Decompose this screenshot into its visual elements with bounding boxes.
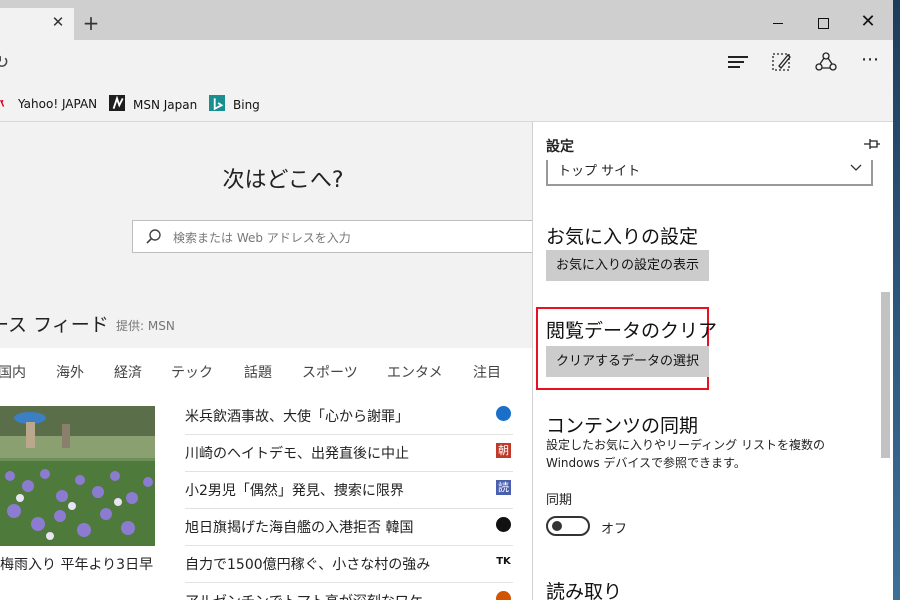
active-tab[interactable]: ✕ [0, 8, 74, 40]
favorite-label: Yahoo! JAPAN [18, 97, 98, 111]
category-tab[interactable]: 国内 [0, 362, 26, 382]
new-tab-button[interactable]: + [80, 12, 102, 34]
category-tab[interactable]: 海外 [56, 362, 84, 382]
chevron-down-icon [850, 164, 862, 171]
news-item[interactable]: 自力で1500億円稼ぐ、小さな村の強み TK [185, 546, 513, 583]
category-tab[interactable]: スポーツ [302, 362, 358, 382]
pin-icon[interactable] [863, 136, 881, 152]
sync-toggle[interactable] [546, 516, 590, 536]
favorite-yahoo[interactable]: Yahoo! JAPAN [0, 95, 97, 113]
scrollbar-thumb[interactable] [881, 292, 890, 458]
sync-heading: コンテンツの同期 [546, 415, 699, 437]
news-feed-source: 提供: MSN [116, 319, 175, 333]
source-icon [496, 591, 511, 600]
iris-garden-image [0, 406, 155, 546]
new-tab-page: 次はどこへ? 検索または Web アドレスを入力 ース フィード 提供: MSN… [0, 122, 532, 600]
hub-button[interactable] [725, 50, 751, 74]
close-icon: ✕ [860, 11, 876, 32]
sync-toggle-state: オフ [601, 522, 628, 537]
favorite-bing[interactable]: Bing [209, 95, 260, 113]
search-placeholder: 検索または Web アドレスを入力 [173, 231, 351, 245]
navigation-bar: ↻ ⋯ [0, 40, 893, 85]
news-item[interactable]: 川崎のヘイトデモ、出発直後に中止 朝 [185, 435, 513, 472]
news-list: 梅雨入り 平年より3日早 米兵飲酒事故、大使「心から謝罪」 川崎のヘイトデモ、出… [0, 394, 532, 600]
sync-label: 同期 [546, 493, 573, 508]
search-icon [146, 229, 161, 244]
category-tab[interactable]: 注目 [473, 362, 501, 382]
news-title: 川崎のヘイトデモ、出発直後に中止 [185, 446, 409, 462]
source-icon: 読 [496, 480, 511, 495]
settings-title: 設定 [546, 139, 574, 155]
view-favorites-settings-button[interactable]: お気に入りの設定の表示 [546, 250, 710, 281]
clear-browsing-data-heading: 閲覧データのクリア [546, 320, 718, 342]
news-title: 小2男児「偶然」発見、捜索に限界 [185, 483, 404, 499]
news-title: 旭日旗揭げた海自艦の入港拒否 韓国 [185, 520, 414, 536]
news-category-tabs: 国内 海外 経済 テック 話題 スポーツ エンタメ 注目 [0, 348, 532, 394]
close-window-button[interactable]: ✕ [845, 8, 891, 38]
web-note-icon [772, 53, 791, 71]
refresh-icon[interactable]: ↻ [0, 52, 9, 73]
dropdown-value: トップ サイト [558, 164, 641, 179]
source-icon [496, 406, 511, 421]
news-item[interactable]: 旭日旗揭げた海自艦の入港拒否 韓国 [185, 509, 513, 546]
news-feed-title: ース フィード [0, 314, 109, 336]
favorite-msn[interactable]: MSN Japan [109, 95, 197, 113]
msn-icon [109, 95, 125, 111]
favorite-label: MSN Japan [133, 98, 198, 112]
share-icon [815, 52, 837, 71]
choose-what-to-clear-button[interactable]: クリアするデータの選択 [546, 346, 710, 377]
desktop-background [893, 0, 900, 600]
category-tab[interactable]: エンタメ [387, 362, 443, 382]
settings-panel: 設定 トップ サイト お気に入りの設定 お気に入りの設定の表示 閲覧データのクリ… [532, 122, 893, 600]
reading-heading: 読み取り [546, 581, 623, 600]
web-note-button[interactable] [769, 50, 795, 74]
search-box[interactable]: 検索または Web アドレスを入力 [132, 220, 532, 253]
tab-close-icon[interactable]: ✕ [50, 14, 66, 30]
startup-page-dropdown[interactable]: トップ サイト [546, 160, 873, 186]
page-heading: 次はどこへ? [222, 168, 344, 193]
news-item[interactable]: 米兵飲酒事故、大使「心から謝罪」 [185, 398, 513, 435]
news-title: 自力で1500億円稼ぐ、小さな村の強み [185, 557, 431, 573]
category-tab[interactable]: 経済 [114, 362, 142, 382]
favorite-label: Bing [233, 98, 260, 112]
news-title: 米兵飲酒事故、大使「心から謝罪」 [185, 409, 409, 425]
source-icon: 朝 [496, 443, 511, 458]
sync-description: 設定したお気に入りやリーディング リストを複数の Windows デバイスで参照… [546, 438, 825, 470]
maximize-button[interactable] [800, 8, 846, 38]
news-item[interactable]: アルゼンチンでトマト高が深刻なワケ [185, 583, 513, 600]
share-button[interactable] [813, 50, 839, 74]
news-photo[interactable] [0, 406, 155, 546]
news-title: アルゼンチンでトマト高が深刻なワケ [185, 591, 423, 600]
source-icon: TK [496, 554, 511, 569]
favorites-bar: Yahoo! JAPAN MSN Japan Bing [0, 85, 893, 122]
more-actions-button[interactable]: ⋯ [857, 50, 883, 74]
source-icon [496, 517, 511, 532]
yahoo-icon [0, 99, 5, 107]
category-tab[interactable]: テック [171, 362, 213, 382]
news-item[interactable]: 小2男児「偶然」発見、捜索に限界 読 [185, 472, 513, 509]
photo-caption[interactable]: 梅雨入り 平年より3日早 [0, 554, 153, 574]
minimize-button[interactable] [755, 8, 801, 38]
favorites-settings-heading: お気に入りの設定 [546, 226, 699, 248]
category-tab[interactable]: 話題 [244, 362, 272, 382]
bing-icon [209, 95, 225, 111]
browser-window: ✕ + ✕ ↻ ⋯ Yahoo! JAPAN MSN Japan Bing 次は… [0, 0, 893, 600]
tab-strip: ✕ + ✕ [0, 0, 893, 40]
